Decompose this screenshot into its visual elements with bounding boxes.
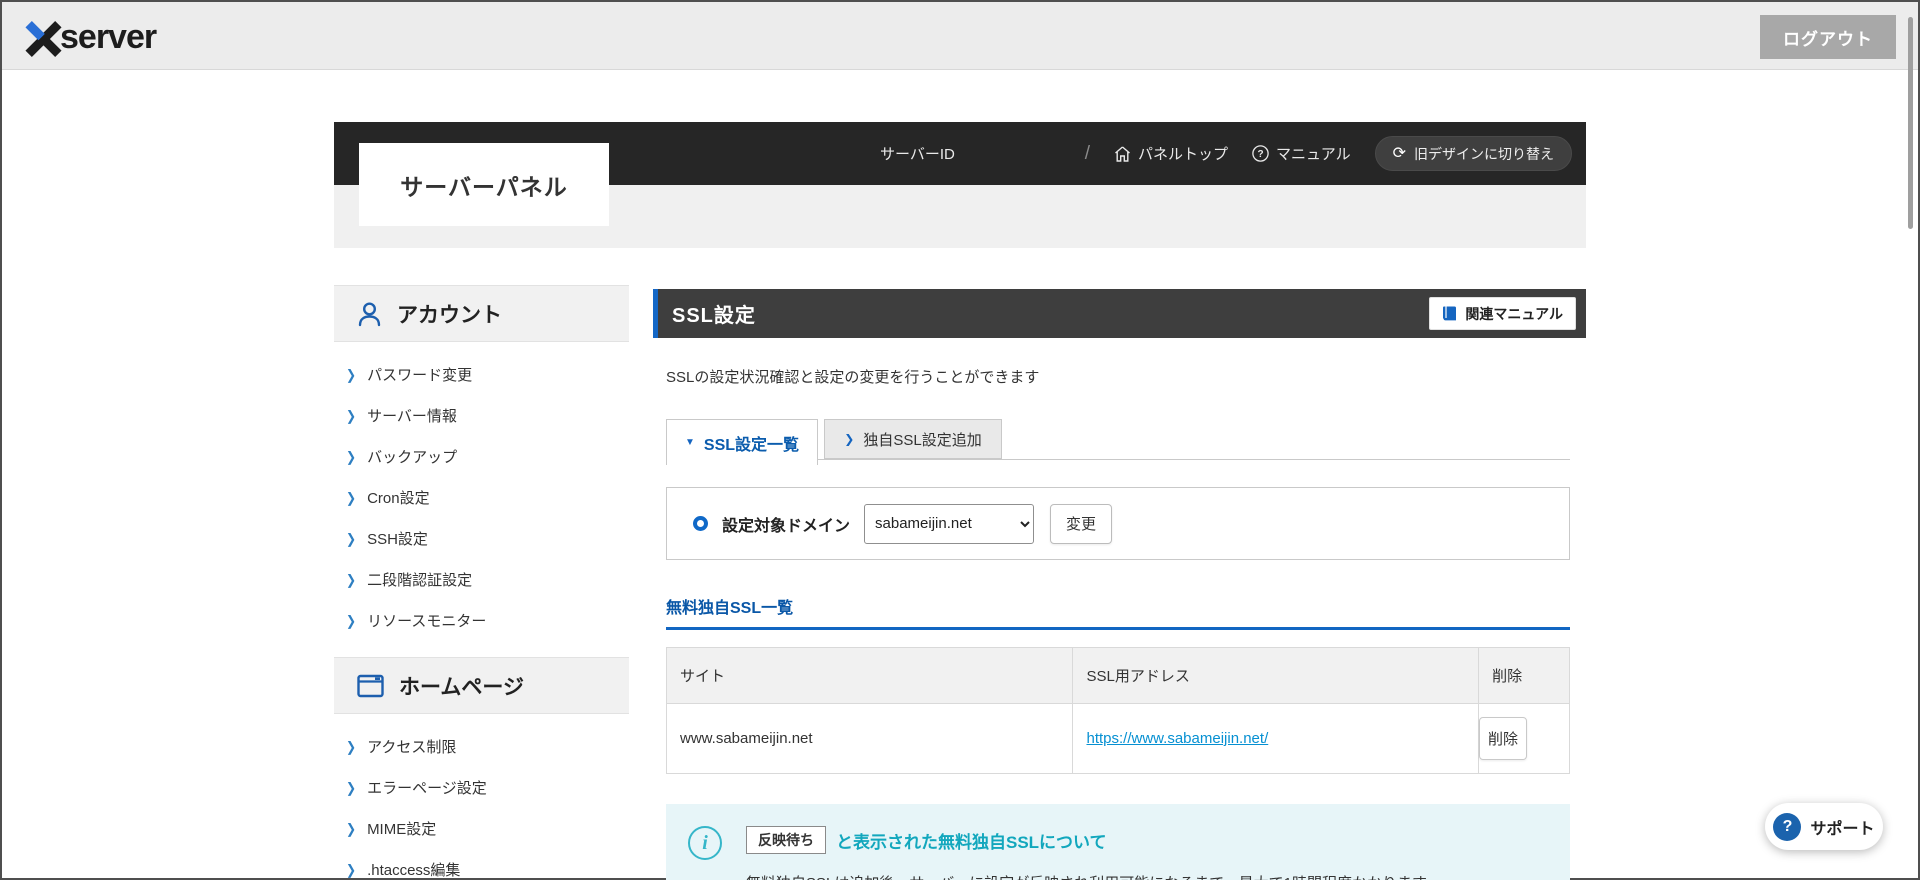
sidebar-section-title: ホームページ <box>399 675 524 699</box>
book-icon <box>1442 306 1457 322</box>
chevron-right-icon: ❯ <box>346 366 357 383</box>
sidebar-item-resource-monitor[interactable]: ❯ リソースモニター <box>344 600 629 641</box>
chevron-right-icon: ❯ <box>844 432 855 446</box>
radio-ring-icon <box>693 516 708 531</box>
xserver-logo[interactable]: server <box>25 16 157 57</box>
target-domain-panel: 設定対象ドメイン sabameijin.net 変更 <box>666 487 1570 560</box>
xserver-logo-text: server <box>60 17 157 56</box>
banner-nav-bar: サーバーパネル サーバーID / パネルトップ ? マニュアル ⟳ 旧デザインに… <box>334 122 1586 226</box>
support-button[interactable]: ? サポート <box>1765 803 1883 850</box>
tab-ssl-settings-list[interactable]: ▼ SSL設定一覧 <box>666 419 818 465</box>
main-content: SSL設定 関連マニュアル SSLの設定状況確認と設定の変更を行うことができます… <box>653 289 1586 880</box>
sidebar: アカウント ❯ パスワード変更 ❯ サーバー情報 ❯ バックアップ ❯ Cron設定 ❯… <box>334 285 629 880</box>
server-id-label: サーバーID <box>880 146 955 163</box>
sidebar-item-ssh[interactable]: ❯ SSH設定 <box>344 518 629 559</box>
site-cell: www.sabameijin.net <box>665 703 1074 774</box>
sidebar-item-cron[interactable]: ❯ Cron設定 <box>344 477 629 518</box>
chevron-right-icon: ❯ <box>346 448 357 465</box>
refresh-icon: ⟳ <box>1392 144 1406 162</box>
vertical-scrollbar-thumb[interactable] <box>1908 17 1913 229</box>
page-title: SSL設定 <box>672 305 756 327</box>
account-person-icon <box>358 301 381 326</box>
related-manual-button[interactable]: 関連マニュアル <box>1429 297 1576 330</box>
logout-button[interactable]: ログアウト <box>1760 15 1896 59</box>
manual-link[interactable]: ? マニュアル <box>1252 143 1351 164</box>
delete-button[interactable]: 削除 <box>1479 717 1528 760</box>
chevron-right-icon: ❯ <box>346 612 357 629</box>
ssl-address-cell: https://www.sabameijin.net/ <box>1072 703 1480 774</box>
chevron-right-icon: ❯ <box>346 738 357 755</box>
info-line-1: 無料独自SSLは追加後、サーバーに設定が反映され利用可能になるまで、最大で1時間… <box>746 872 1544 880</box>
home-icon <box>1115 145 1130 162</box>
info-box-title: と表示された無料独自SSLについて <box>836 832 1107 852</box>
sidebar-item-htaccess[interactable]: ❯ .htaccess編集 <box>344 849 629 880</box>
pending-status-badge: 反映待ち <box>746 826 826 854</box>
sidebar-item-error-page[interactable]: ❯ エラーページ設定 <box>344 767 629 808</box>
sidebar-item-backup[interactable]: ❯ バックアップ <box>344 436 629 477</box>
delete-cell: 削除 <box>1478 703 1570 774</box>
change-domain-button[interactable]: 変更 <box>1050 503 1113 544</box>
chevron-right-icon: ❯ <box>346 407 357 424</box>
chevron-right-icon: ❯ <box>346 530 357 547</box>
domain-select[interactable]: sabameijin.net <box>864 503 1035 544</box>
chevron-right-icon: ❯ <box>346 820 357 837</box>
table-row: www.sabameijin.net https://www.sabameiji… <box>665 703 1570 774</box>
xserver-logo-x-icon <box>25 20 62 57</box>
sidebar-item-mime[interactable]: ❯ MIME設定 <box>344 808 629 849</box>
server-panel-banner: サーバーパネル サーバーID / パネルトップ ? マニュアル ⟳ 旧デザインに… <box>334 122 1586 248</box>
tab-add-own-ssl[interactable]: ❯ 独自SSL設定追加 <box>824 419 1002 459</box>
sidebar-section-account[interactable]: アカウント <box>334 285 629 342</box>
info-icon: i <box>688 826 722 860</box>
sidebar-section-homepage[interactable]: ホームページ <box>334 657 629 714</box>
sidebar-homepage-items: ❯アクセス制限 ❯エラーページ設定 ❯MIME設定 ❯.htaccess編集 ❯… <box>334 714 629 880</box>
panel-top-link[interactable]: パネルトップ <box>1114 143 1228 164</box>
homepage-browser-icon <box>357 674 384 697</box>
chevron-right-icon: ❯ <box>346 489 357 506</box>
column-header-delete: 削除 <box>1478 647 1570 704</box>
free-ssl-table: サイト SSL用アドレス 削除 www.sabameijin.net https… <box>665 647 1570 774</box>
top-bar: server ログアウト <box>2 2 1918 70</box>
question-circle-icon: ? <box>1773 812 1802 841</box>
chevron-down-icon: ▼ <box>684 437 695 448</box>
sidebar-item-password-change[interactable]: ❯ パスワード変更 <box>344 354 629 395</box>
chevron-right-icon: ❯ <box>346 861 357 878</box>
tab-bar: ▼ SSL設定一覧 ❯ 独自SSL設定追加 <box>666 419 1570 465</box>
target-domain-label: 設定対象ドメイン <box>722 517 851 535</box>
switch-to-old-design-button[interactable]: ⟳ 旧デザインに切り替え <box>1374 136 1572 171</box>
page-header: SSL設定 関連マニュアル <box>653 289 1586 338</box>
svg-text:?: ? <box>1257 149 1263 160</box>
sidebar-item-two-factor[interactable]: ❯ 二段階認証設定 <box>344 559 629 600</box>
pending-ssl-info-box: i 反映待ち と表示された無料独自SSLについて 無料独自SSLは追加後、サーバ… <box>666 804 1570 880</box>
chevron-right-icon: ❯ <box>346 571 357 588</box>
sidebar-section-title: アカウント <box>397 303 502 327</box>
chevron-right-icon: ❯ <box>346 779 357 796</box>
free-ssl-list-heading: 無料独自SSL一覧 <box>666 594 1570 630</box>
column-header-ssl-address: SSL用アドレス <box>1072 647 1480 704</box>
sidebar-item-access-restriction[interactable]: ❯ アクセス制限 <box>344 726 629 767</box>
server-panel-logo[interactable]: サーバーパネル <box>359 143 609 226</box>
nav-separator: / <box>1084 142 1091 164</box>
column-header-site: サイト <box>665 647 1074 704</box>
page-description: SSLの設定状況確認と設定の変更を行うことができます <box>666 369 1040 386</box>
sidebar-account-items: ❯ パスワード変更 ❯ サーバー情報 ❯ バックアップ ❯ Cron設定 ❯ SSH設定 … <box>334 342 629 657</box>
question-circle-icon: ? <box>1252 145 1269 162</box>
ssl-url-link[interactable]: https://www.sabameijin.net/ <box>1086 730 1268 747</box>
sidebar-item-server-info[interactable]: ❯ サーバー情報 <box>344 395 629 436</box>
table-header-row: サイト SSL用アドレス 削除 <box>665 647 1570 704</box>
